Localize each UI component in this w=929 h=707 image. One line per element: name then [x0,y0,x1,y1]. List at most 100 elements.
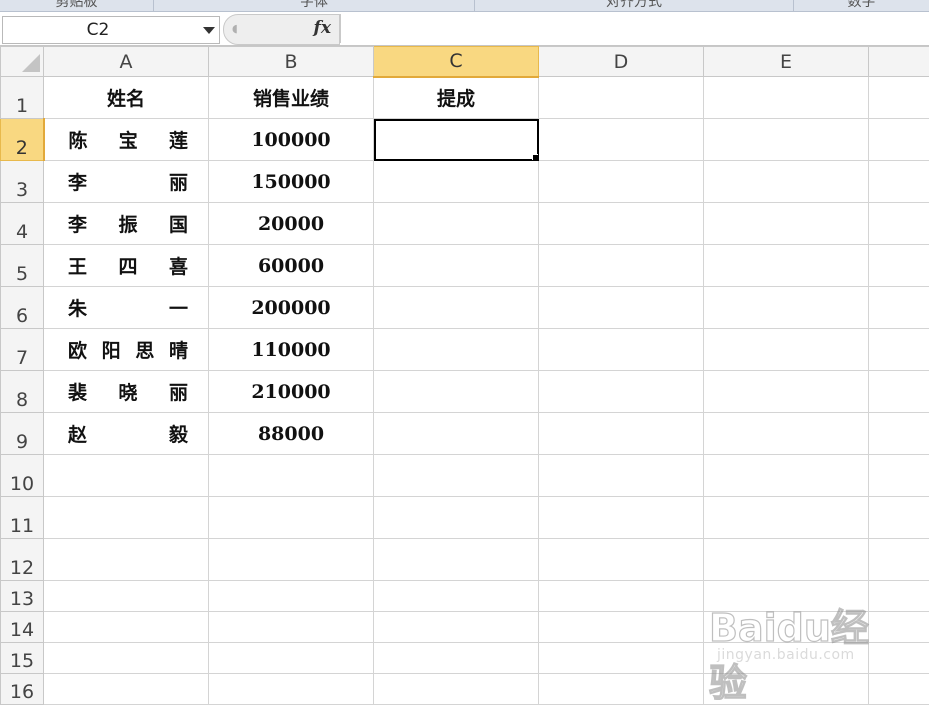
cell-e6[interactable] [704,287,869,329]
cell-d6[interactable] [539,287,704,329]
cell-c4[interactable] [374,203,539,245]
cell-d14[interactable] [539,612,704,643]
cell-a5[interactable]: 王四喜 [44,245,209,287]
cell-c10[interactable] [374,455,539,497]
cell-d4[interactable] [539,203,704,245]
cell-c13[interactable] [374,581,539,612]
column-header-b[interactable]: B [209,47,374,77]
cell-c2-selected[interactable] [374,119,539,161]
cell-c12[interactable] [374,539,539,581]
cell-b14[interactable] [209,612,374,643]
formula-input[interactable] [340,14,929,43]
cell-a10[interactable] [44,455,209,497]
row-header-16[interactable]: 16 [1,674,44,705]
cell-c16[interactable] [374,674,539,705]
row-header-11[interactable]: 11 [1,497,44,539]
chevron-down-icon[interactable] [203,27,215,34]
cell-e13[interactable] [704,581,869,612]
cell-a16[interactable] [44,674,209,705]
cell-f16[interactable] [869,674,929,705]
cell-a6[interactable]: 朱一 [44,287,209,329]
cell-b5[interactable]: 60000 [209,245,374,287]
cell-f6[interactable] [869,287,929,329]
cell-a7[interactable]: 欧阳思晴 [44,329,209,371]
cell-f3[interactable] [869,161,929,203]
row-header-2[interactable]: 2 [1,119,44,161]
cell-b2[interactable]: 100000 [209,119,374,161]
cell-c15[interactable] [374,643,539,674]
cell-a13[interactable] [44,581,209,612]
cell-f10[interactable] [869,455,929,497]
name-box[interactable]: C2 [2,16,220,44]
cell-f5[interactable] [869,245,929,287]
row-header-8[interactable]: 8 [1,371,44,413]
cell-a4[interactable]: 李振国 [44,203,209,245]
cell-a2[interactable]: 陈宝莲 [44,119,209,161]
cell-b1[interactable]: 销售业绩 [209,77,374,119]
cell-c6[interactable] [374,287,539,329]
cell-b9[interactable]: 88000 [209,413,374,455]
cell-e2[interactable] [704,119,869,161]
insert-function-icon[interactable]: fx [314,18,331,38]
cell-a1[interactable]: 姓名 [44,77,209,119]
row-header-14[interactable]: 14 [1,612,44,643]
cell-c8[interactable] [374,371,539,413]
cell-e11[interactable] [704,497,869,539]
cell-f13[interactable] [869,581,929,612]
row-header-12[interactable]: 12 [1,539,44,581]
cell-d3[interactable] [539,161,704,203]
cell-c5[interactable] [374,245,539,287]
row-header-13[interactable]: 13 [1,581,44,612]
row-header-10[interactable]: 10 [1,455,44,497]
cell-a15[interactable] [44,643,209,674]
cell-f8[interactable] [869,371,929,413]
cell-f15[interactable] [869,643,929,674]
cell-d8[interactable] [539,371,704,413]
cell-f12[interactable] [869,539,929,581]
select-all-button[interactable] [1,47,44,77]
cell-a14[interactable] [44,612,209,643]
cell-a12[interactable] [44,539,209,581]
cell-f14[interactable] [869,612,929,643]
cell-c1[interactable]: 提成 [374,77,539,119]
cell-e12[interactable] [704,539,869,581]
cell-f4[interactable] [869,203,929,245]
cell-a11[interactable] [44,497,209,539]
cell-d5[interactable] [539,245,704,287]
cell-a8[interactable]: 裴晓丽 [44,371,209,413]
cell-e16[interactable] [704,674,869,705]
cell-e9[interactable] [704,413,869,455]
cell-f9[interactable] [869,413,929,455]
cell-b11[interactable] [209,497,374,539]
cell-b13[interactable] [209,581,374,612]
cell-b8[interactable]: 210000 [209,371,374,413]
cell-d13[interactable] [539,581,704,612]
cell-b6[interactable]: 200000 [209,287,374,329]
cell-e5[interactable] [704,245,869,287]
column-header-a[interactable]: A [44,47,209,77]
cell-d10[interactable] [539,455,704,497]
cell-f11[interactable] [869,497,929,539]
row-header-4[interactable]: 4 [1,203,44,245]
cell-c14[interactable] [374,612,539,643]
cell-e14[interactable] [704,612,869,643]
cell-d11[interactable] [539,497,704,539]
row-header-5[interactable]: 5 [1,245,44,287]
cell-d1[interactable] [539,77,704,119]
cell-d7[interactable] [539,329,704,371]
row-header-15[interactable]: 15 [1,643,44,674]
cell-e8[interactable] [704,371,869,413]
cell-d16[interactable] [539,674,704,705]
cell-a3[interactable]: 李丽 [44,161,209,203]
column-header-e[interactable]: E [704,47,869,77]
cell-d15[interactable] [539,643,704,674]
cell-a9[interactable]: 赵毅 [44,413,209,455]
row-header-3[interactable]: 3 [1,161,44,203]
cell-f2[interactable] [869,119,929,161]
cell-c9[interactable] [374,413,539,455]
cell-b3[interactable]: 150000 [209,161,374,203]
cell-f1[interactable] [869,77,929,119]
fill-handle[interactable] [532,154,539,161]
column-header-c[interactable]: C [374,47,539,77]
splitter-handle-icon[interactable]: ◖ [232,22,238,35]
